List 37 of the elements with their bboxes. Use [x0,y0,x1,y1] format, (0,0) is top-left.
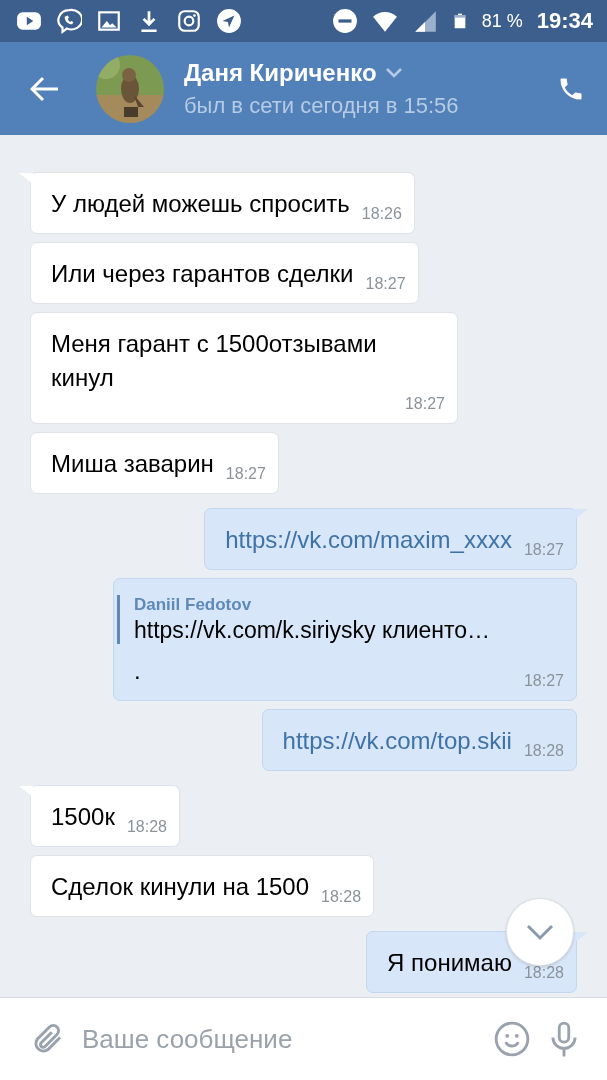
message-time: 18:28 [126,818,167,836]
message-text: Или через гарантов сделки [51,259,354,289]
message-time: 18:27 [225,465,266,483]
message-text: Я понимаю [387,948,512,978]
emoji-button[interactable] [493,1020,531,1058]
clock: 19:34 [536,8,593,34]
last-seen-status: был в сети сегодня в 15:56 [184,92,459,119]
message-text: Меня гарант с 1500отзывами кинул [51,329,378,393]
back-button[interactable] [30,75,60,102]
message-time: 18:27 [404,395,445,413]
do-not-disturb-icon [331,8,358,34]
message-time: 18:27 [365,275,406,293]
message-link[interactable]: https://vk.com/maxim_xxxx [225,523,512,557]
message-link[interactable]: https://vk.com/top.skii [282,724,512,758]
message-composer[interactable]: Ваше сообщение [0,997,607,1080]
image-icon [96,8,122,34]
chevron-down-icon [525,923,555,941]
message-time: 18:27 [523,672,564,690]
message-time: 18:27 [523,541,564,559]
message-text: Сделок кинули на 1500 [51,872,310,902]
message-text: . [134,656,142,686]
battery-percent: 81 % [481,10,523,32]
chevron-down-icon [384,66,403,79]
quote-text: https://vk.com/k.siriysky клиенто… [134,617,492,644]
message-time: 18:28 [523,742,564,760]
message-text: 1500к [51,802,115,832]
message-text: У людей можешь спросить [51,189,350,219]
message-text: Миша заварин [51,449,214,479]
message-input[interactable]: Ваше сообщение [80,1022,479,1056]
message-time: 18:26 [361,205,402,223]
send-icon [216,8,242,34]
contact-name: Даня Кириченко [184,58,377,87]
camera-icon [176,8,202,34]
quote-author: Daniil Fedotov [134,595,253,615]
message-time: 18:28 [321,888,362,906]
message-time: 18:28 [523,964,564,982]
phone-bubble-icon [56,8,82,34]
